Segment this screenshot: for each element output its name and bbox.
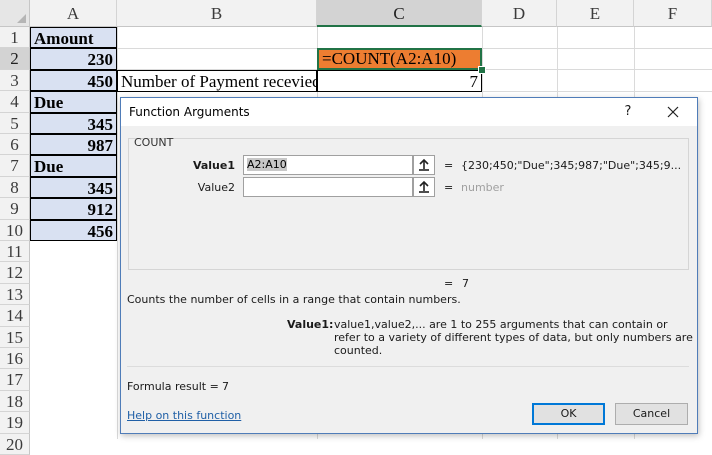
- row-header-9[interactable]: 9: [0, 198, 30, 220]
- row-header-1[interactable]: 1: [0, 27, 30, 49]
- help-button[interactable]: ?: [617, 101, 639, 123]
- ok-button[interactable]: OK: [532, 403, 605, 425]
- row-header-17[interactable]: 17: [0, 369, 30, 391]
- cell-c2-formula[interactable]: =COUNT(A2:A10): [317, 48, 482, 71]
- column-header-c[interactable]: C: [317, 0, 482, 27]
- value1-text: A2:A10: [247, 158, 287, 171]
- formula-result-value: 7: [222, 380, 229, 393]
- row-header-2[interactable]: 2: [0, 48, 30, 70]
- column-header-e[interactable]: E: [557, 0, 634, 27]
- cell-b3[interactable]: Number of Payment recevied: [117, 69, 317, 92]
- dialog-title: Function Arguments: [129, 105, 250, 119]
- row-header-7[interactable]: 7: [0, 155, 30, 177]
- row-header-8[interactable]: 8: [0, 176, 30, 199]
- value2-equals: =: [444, 181, 454, 194]
- param-description: value1,value2,... are 1 to 255 arguments…: [334, 318, 693, 357]
- row-header-14[interactable]: 14: [0, 305, 30, 327]
- row-header-5[interactable]: 5: [0, 112, 30, 134]
- close-icon: [667, 106, 679, 118]
- row-header-6[interactable]: 6: [0, 134, 30, 156]
- row-header-16[interactable]: 16: [0, 348, 30, 370]
- divider: [127, 366, 689, 367]
- collapse-dialog-icon: [419, 158, 429, 171]
- cell-a4[interactable]: Due: [30, 91, 117, 113]
- value2-label: Value2: [197, 181, 235, 194]
- cell-c3[interactable]: 7: [317, 69, 482, 92]
- cell-a2[interactable]: 230: [30, 48, 117, 70]
- value1-input[interactable]: A2:A10: [243, 155, 413, 175]
- row-header-12[interactable]: 12: [0, 262, 30, 284]
- row-header-4[interactable]: 4: [0, 91, 30, 113]
- value2-collapse-button[interactable]: [413, 177, 435, 197]
- cell-a6[interactable]: 987: [30, 134, 117, 156]
- row-header-15[interactable]: 15: [0, 326, 30, 348]
- cell-a10[interactable]: 456: [30, 219, 117, 241]
- column-header-f[interactable]: F: [634, 0, 712, 27]
- value2-result: number: [461, 181, 504, 194]
- cancel-button[interactable]: Cancel: [615, 403, 688, 425]
- help-on-function-link[interactable]: Help on this function: [127, 409, 241, 422]
- close-button[interactable]: [661, 101, 685, 123]
- result-equals: =: [444, 277, 454, 290]
- value1-equals: =: [444, 159, 454, 172]
- formula-result-label: Formula result =: [127, 380, 219, 393]
- column-header-a[interactable]: A: [30, 0, 117, 27]
- value1-collapse-button[interactable]: [413, 155, 435, 175]
- value1-result: {230;450;"Due";345;987;"Due";345;9...: [461, 159, 682, 172]
- cell-a9[interactable]: 912: [30, 198, 117, 220]
- cell-a8[interactable]: 345: [30, 176, 117, 199]
- collapse-dialog-icon: [419, 180, 429, 193]
- cell-a5[interactable]: 345: [30, 112, 117, 134]
- fill-handle[interactable]: [478, 66, 486, 74]
- row-header-10[interactable]: 10: [0, 219, 30, 241]
- value2-input[interactable]: [243, 177, 413, 197]
- result-value: 7: [462, 277, 469, 290]
- param-name: Value1:: [287, 318, 334, 331]
- function-name: COUNT: [134, 136, 174, 149]
- row-header-20[interactable]: 20: [0, 433, 30, 455]
- row-header-13[interactable]: 13: [0, 283, 30, 306]
- select-all-corner[interactable]: [0, 0, 30, 27]
- row-header-19[interactable]: 19: [0, 412, 30, 434]
- cell-a3[interactable]: 450: [30, 69, 117, 92]
- function-description: Counts the number of cells in a range th…: [127, 293, 461, 306]
- value1-label: Value1: [192, 159, 235, 172]
- column-header-d[interactable]: D: [482, 0, 557, 27]
- dialog-titlebar[interactable]: Function Arguments ?: [121, 98, 697, 126]
- row-header-11[interactable]: 11: [0, 241, 30, 263]
- row-header-18[interactable]: 18: [0, 390, 30, 413]
- cell-a7[interactable]: Due: [30, 155, 117, 177]
- function-arguments-dialog: Function Arguments ? COUNT Value1 A2:A10…: [120, 97, 698, 434]
- column-header-b[interactable]: B: [117, 0, 317, 27]
- row-header-3[interactable]: 3: [0, 69, 30, 92]
- cell-a1[interactable]: Amount: [30, 27, 117, 49]
- select-all-icon: [17, 14, 26, 23]
